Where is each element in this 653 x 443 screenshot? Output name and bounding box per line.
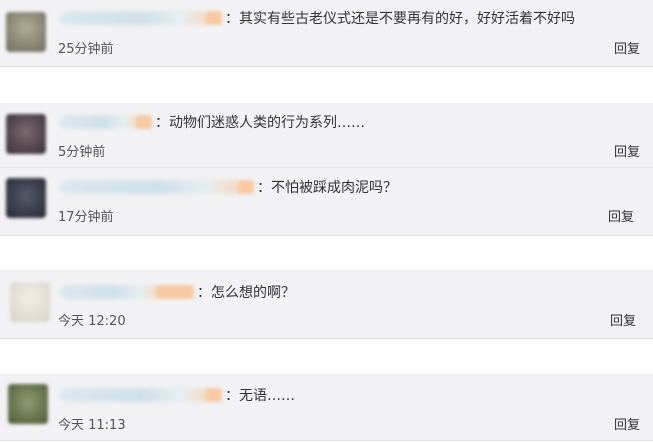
user-badge-icon [238, 180, 254, 194]
colon: ： [197, 285, 211, 301]
colon: ： [225, 388, 239, 404]
comment-time: 今天 11:13 [58, 418, 126, 433]
comment-card: ： 不怕被踩成肉泥吗？ 17分钟前 回复 [0, 168, 653, 236]
avatar[interactable] [6, 178, 46, 218]
comment-time: 25分钟前 [58, 42, 114, 57]
reply-button[interactable]: 回复 [608, 206, 634, 225]
comment-card: ： 无语…… 今天 11:13 回复 [0, 374, 653, 441]
user-badge-icon [156, 285, 194, 299]
avatar[interactable] [6, 12, 46, 52]
comment-time: 5分钟前 [58, 145, 106, 160]
comment-card: ： 动物们迷惑人类的行为系列…… 5分钟前 回复 [0, 103, 653, 168]
reply-button[interactable]: 回复 [614, 141, 640, 160]
reply-button[interactable]: 回复 [614, 38, 640, 57]
reply-button[interactable]: 回复 [614, 414, 640, 433]
comment-text: 怎么想的啊？ [211, 285, 295, 301]
colon: ： [257, 180, 271, 196]
colon: ： [225, 11, 239, 27]
avatar[interactable] [6, 114, 46, 154]
colon: ： [155, 115, 169, 131]
avatar[interactable] [10, 282, 50, 322]
comment-text: 动物们迷惑人类的行为系列…… [169, 115, 365, 131]
username[interactable] [60, 115, 140, 129]
comment-text: 其实有些古老仪式还是不要再有的好，好好活着不好吗 [239, 11, 575, 27]
avatar[interactable] [8, 384, 48, 424]
comment-card: ： 怎么想的啊？ 今天 12:20 回复 [0, 270, 653, 339]
username[interactable] [60, 285, 160, 299]
comment-time: 今天 12:20 [58, 314, 126, 329]
username[interactable] [60, 11, 210, 25]
user-badge-icon [136, 115, 152, 129]
reply-button[interactable]: 回复 [610, 310, 636, 329]
comment-card: ： 其实有些古老仪式还是不要再有的好，好好活着不好吗 25分钟前 回复 [0, 0, 653, 67]
comment-text: 无语…… [239, 388, 295, 404]
comment-time: 17分钟前 [58, 210, 114, 225]
user-badge-icon [206, 388, 222, 402]
user-badge-icon [206, 11, 222, 25]
username[interactable] [60, 388, 210, 402]
comment-text: 不怕被踩成肉泥吗？ [271, 180, 397, 196]
username[interactable] [60, 180, 242, 194]
